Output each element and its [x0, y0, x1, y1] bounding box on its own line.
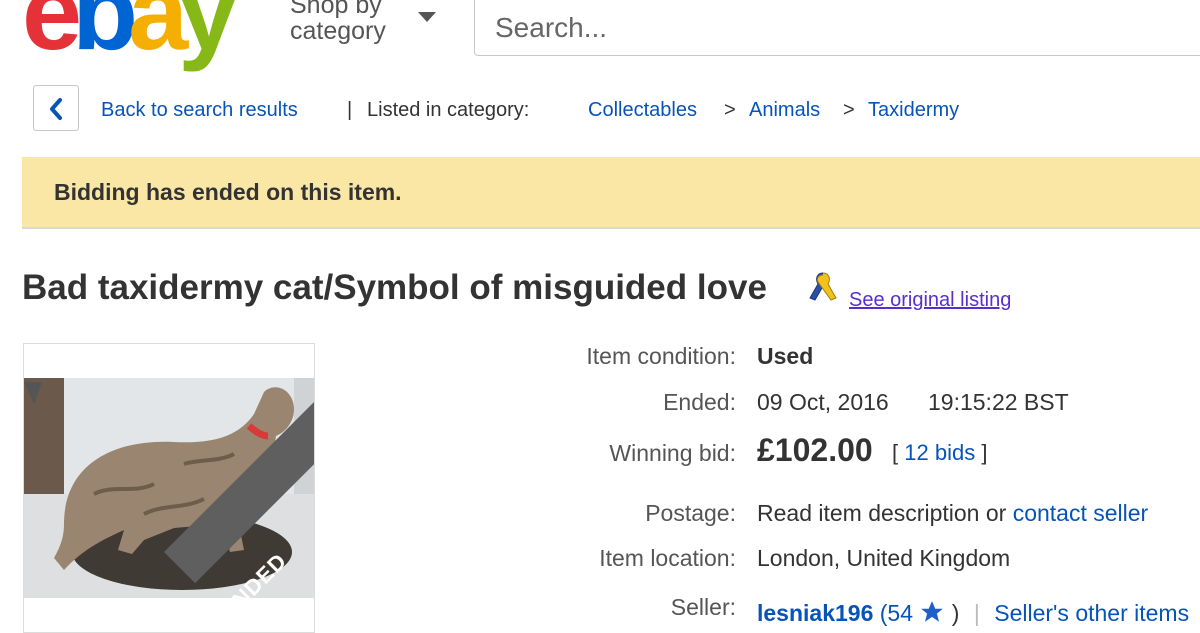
seller-label: Seller:: [670, 594, 736, 620]
chevron-down-icon: [418, 12, 436, 22]
search-box[interactable]: [474, 0, 1200, 56]
breadcrumb-taxidermy[interactable]: Taxidermy: [868, 98, 959, 122]
search-input[interactable]: [493, 11, 1097, 45]
breadcrumb-chevron: >: [724, 99, 736, 121]
shop-by-label-line1: Shop by: [290, 0, 382, 19]
chevron-left-icon: [50, 98, 62, 120]
postage-value: Read item description or contact seller: [757, 500, 1148, 527]
seller-info: lesniak196 (54 ) | Seller's other items: [757, 599, 1189, 627]
winning-bid-label: Winning bid:: [609, 440, 736, 466]
item-location-label: Item location:: [599, 545, 736, 571]
breadcrumb-separator: |: [347, 99, 353, 121]
bidding-ended-message: Bidding has ended on this item.: [54, 179, 402, 205]
ended-date: 09 Oct, 2016: [757, 389, 889, 415]
back-to-search-results-link[interactable]: Back to search results: [101, 98, 298, 122]
bids-count-wrapper: [ 12 bids ]: [892, 440, 987, 466]
ended-time: 19:15:22 BST: [928, 389, 1069, 415]
logo-letter-y: y: [178, 0, 238, 72]
back-button[interactable]: [33, 85, 79, 131]
postage-label: Postage:: [645, 500, 736, 526]
ebay-logo[interactable]: ebay: [22, 0, 238, 66]
seller-separator: |: [973, 600, 980, 626]
breadcrumb-animals[interactable]: Animals: [749, 98, 820, 122]
shop-by-label-line2: category: [290, 17, 386, 45]
seller-feedback-score[interactable]: (54: [880, 600, 913, 626]
see-original-listing-link[interactable]: See original listing: [849, 289, 1011, 312]
logo-letter-e: e: [22, 0, 82, 72]
score-close: ): [951, 600, 960, 626]
item-title: Bad taxidermy cat/Symbol of misguided lo…: [22, 268, 767, 307]
winning-bid-value: £102.00: [757, 432, 873, 468]
ended-label: Ended:: [663, 389, 736, 415]
item-location-value: London, United Kingdom: [757, 545, 1011, 571]
shop-by-category-button[interactable]: Shop by category: [290, 0, 436, 45]
bidding-ended-banner: Bidding has ended on this item.: [22, 157, 1200, 229]
bracket-close: ]: [981, 440, 988, 465]
star-icon: [921, 601, 944, 622]
item-condition-label: Item condition:: [586, 343, 736, 369]
breadcrumb-chevron: >: [843, 99, 855, 121]
awareness-ribbon-icon: [809, 272, 837, 301]
logo-letter-b: b: [72, 0, 138, 72]
postage-text: Read item description or: [757, 500, 1007, 526]
logo-letter-a: a: [128, 0, 188, 72]
seller-other-items-link[interactable]: Seller's other items: [994, 600, 1189, 626]
breadcrumb-collectables[interactable]: Collectables: [588, 98, 697, 122]
seller-name-link[interactable]: lesniak196: [757, 600, 873, 626]
bid-history-link[interactable]: 12 bids: [904, 440, 975, 465]
bracket-open: [: [892, 440, 899, 465]
item-image[interactable]: ENDED: [23, 343, 315, 633]
listed-in-category-label: Listed in category:: [367, 99, 530, 121]
contact-seller-link[interactable]: contact seller: [1013, 500, 1149, 526]
item-condition-value: Used: [757, 343, 814, 369]
